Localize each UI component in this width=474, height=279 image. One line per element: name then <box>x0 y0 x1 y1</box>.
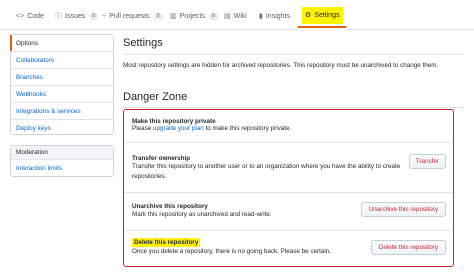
danger-item-description: repositories. <box>132 173 167 180</box>
tab-insights[interactable]: ▮ Insights <box>259 9 290 24</box>
upgrade-plan-link[interactable]: upgrade your plan <box>153 125 204 132</box>
sidebar-item-deploy-keys[interactable]: Deploy keys <box>11 120 113 137</box>
pull-request-icon: ⑂ <box>102 13 107 20</box>
selected-tab-indicator <box>297 26 347 30</box>
archived-notice: Most repository settings are hidden for … <box>123 62 439 69</box>
tab-label: Settings <box>314 12 340 19</box>
danger-item-title: Transfer ownership <box>132 155 191 162</box>
tab-pull-requests[interactable]: ⑂ Pull requests 0 <box>102 9 163 24</box>
danger-item-transfer: Transfer ownership Transfer this reposit… <box>124 143 453 193</box>
tab-wiki[interactable]: ▤ Wiki <box>224 9 247 24</box>
description-text: to make this repository private. <box>203 125 292 132</box>
moderation-heading: Moderation <box>11 146 113 160</box>
sidebar-item-collaborators[interactable]: Collaborators <box>11 52 113 69</box>
tab-label: Insights <box>265 13 290 20</box>
moderation-menu: Moderation Interaction limits <box>10 145 114 177</box>
danger-item-description: Please upgrade your plan to make this re… <box>132 124 291 134</box>
tab-projects[interactable]: ▥ Projects 0 <box>170 9 218 24</box>
danger-zone-title: Danger Zone <box>123 91 188 103</box>
wiki-icon: ▤ <box>224 13 231 20</box>
tab-label: Code <box>27 13 44 20</box>
danger-item-description: Transfer this repository to another user… <box>132 163 401 170</box>
tab-label: Projects <box>179 13 205 20</box>
danger-zone-box: Make this repository private Please upgr… <box>123 109 454 267</box>
danger-item-title: Delete this repository <box>132 238 201 247</box>
gear-icon: ⚙ <box>305 12 312 19</box>
page-title: Settings <box>123 37 163 49</box>
tab-settings[interactable]: ⚙ Settings <box>302 7 343 24</box>
danger-item-unarchive: Unarchive this repository Mark this repo… <box>124 193 453 231</box>
divider <box>123 54 464 55</box>
danger-item-description: Mark this repository as unarchived and r… <box>132 211 272 218</box>
danger-item-make-private: Make this repository private Please upgr… <box>124 110 453 143</box>
tab-code[interactable]: <> Code <box>16 9 44 24</box>
unarchive-button[interactable]: Unarchive this repository <box>360 202 446 217</box>
delete-repository-button[interactable]: Delete this repository <box>370 240 446 255</box>
code-icon: <> <box>16 13 25 20</box>
tab-label: Issues <box>65 13 86 20</box>
sidebar-item-options[interactable]: Options <box>10 35 113 52</box>
sidebar-item-integrations[interactable]: Integrations & services <box>11 103 113 120</box>
tab-label: Wiki <box>233 13 247 20</box>
tab-counter: 0 <box>89 12 99 21</box>
sidebar-item-webhooks[interactable]: Webhooks <box>11 86 113 103</box>
settings-menu: Options Collaborators Branches Webhooks … <box>10 34 114 135</box>
repo-nav-tabs: <> Code ⓘ Issues 0 ⑂ Pull requests 0 ▥ P… <box>0 0 474 30</box>
danger-item-description: Once you delete a repository, there is n… <box>132 248 332 255</box>
danger-item-delete: Delete this repository Once you delete a… <box>124 231 453 266</box>
project-icon: ▥ <box>170 13 177 20</box>
danger-item-title: Unarchive this repository <box>132 203 208 210</box>
insights-icon: ▮ <box>259 13 263 20</box>
tab-counter: 0 <box>153 12 163 21</box>
highlighted-title: Delete this repository <box>132 238 201 247</box>
divider <box>123 107 464 108</box>
description-text: Please <box>132 125 154 132</box>
tab-issues[interactable]: ⓘ Issues 0 <box>55 9 99 24</box>
tab-label: Pull requests <box>109 13 150 20</box>
sidebar-item-branches[interactable]: Branches <box>11 69 113 86</box>
tab-counter: 0 <box>208 12 218 21</box>
transfer-button[interactable]: Transfer <box>408 154 446 169</box>
issue-icon: ⓘ <box>55 13 62 20</box>
sidebar-item-interaction-limits[interactable]: Interaction limits <box>11 160 113 177</box>
